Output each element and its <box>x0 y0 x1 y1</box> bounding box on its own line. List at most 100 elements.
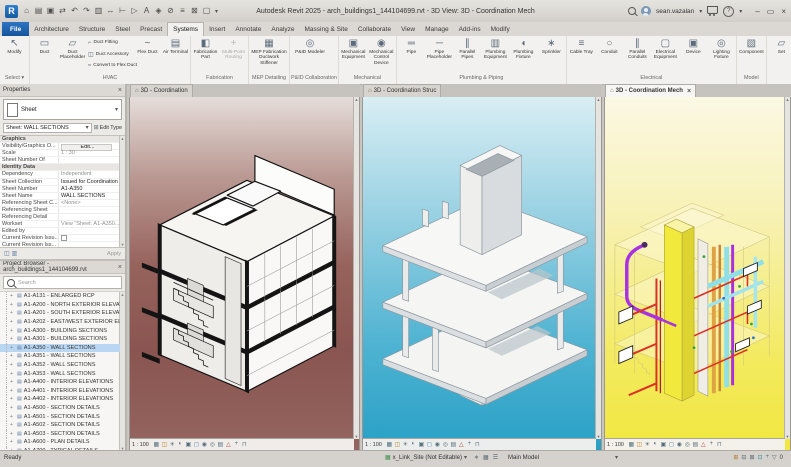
redo-icon[interactable]: ↷ <box>81 4 92 18</box>
sheet-tree-item[interactable]: + ▤ A1-A401 - INTERIOR ELEVATIONS <box>0 386 120 396</box>
section-icon[interactable]: ⊘ <box>165 4 176 18</box>
displacement-sets-icon[interactable]: + <box>233 441 240 448</box>
tree-expand-icon[interactable]: + <box>10 362 15 368</box>
search-icon[interactable] <box>627 7 636 15</box>
ribbon-button[interactable]: ▦ MEP Fabrication Ductwork Stiffener <box>250 37 288 72</box>
sheet-tree-item[interactable]: + ▤ A1-A501 - SECTION DETAILS <box>0 412 120 421</box>
edit-type-button[interactable]: ⊞ Edit Type <box>94 124 122 132</box>
property-row[interactable]: Edited by <box>0 228 120 236</box>
ribbon-tab[interactable]: File <box>2 22 30 36</box>
worksets-icon[interactable]: ▦ <box>483 454 489 461</box>
ribbon-button[interactable]: ≡ Cable Tray <box>568 37 595 72</box>
sheet-tree-item[interactable]: +▤A1-A202 - EAST/WEST EXTERIOR ELEVAT... <box>0 317 120 327</box>
property-row[interactable]: Workset View "Sheet: A1-A350... <box>0 221 120 229</box>
sun-path-icon[interactable]: ☀ <box>402 441 409 448</box>
sun-path-icon[interactable]: ☀ <box>644 441 651 448</box>
drag-on-selection-icon[interactable]: + <box>766 454 770 461</box>
switch-windows-icon[interactable]: ▢ <box>201 4 212 18</box>
property-row[interactable]: Identity Data <box>0 164 120 172</box>
vertical-scrollbar[interactable]: ▲ ▼ <box>353 97 359 439</box>
home-icon[interactable]: ⌂ <box>21 4 32 18</box>
analytical-model-icon[interactable]: △ <box>225 441 232 448</box>
property-row[interactable]: Referencing Sheet <box>0 206 120 215</box>
property-row[interactable]: Sheet Collection Issued for Coordination <box>0 178 120 186</box>
tree-expand-icon[interactable]: + <box>10 319 15 325</box>
properties-help-icon[interactable]: ◫ <box>4 250 10 257</box>
qat-customize-icon[interactable]: ▾ <box>215 8 218 15</box>
ribbon-button[interactable]: ∗ Sprinkler <box>538 37 565 72</box>
property-value[interactable]: WALL SECTIONS <box>59 193 120 199</box>
tree-expand-icon[interactable]: + <box>10 422 15 428</box>
property-value[interactable]: <None> <box>59 200 120 206</box>
project-browser-header[interactable]: Project Browser - arch_buildings1_144104… <box>0 261 125 274</box>
ribbon-button[interactable]: ▣ Device <box>680 37 707 72</box>
sheet-tree-item[interactable]: + ▤ A1-A352 - WALL SECTIONS <box>0 360 120 370</box>
ribbon-button[interactable]: ∥ Parallel Pipes <box>454 37 481 72</box>
help-icon[interactable]: ? <box>723 5 735 17</box>
select-links-icon[interactable]: ⊞ <box>733 454 738 461</box>
help-chevron-down-icon[interactable]: ▾ <box>739 8 742 15</box>
ribbon-button[interactable]: ◧ Fabrication Part <box>192 37 219 72</box>
tree-expand-icon[interactable]: + <box>10 336 15 342</box>
sheet-tree-item[interactable]: + ▤ A1-A600 - PLAN DETAILS <box>0 438 120 447</box>
property-value[interactable] <box>59 207 120 213</box>
ribbon-button[interactable]: ◎ Lighting Fixture <box>708 37 735 72</box>
sheet-tree-item[interactable]: +▤A1-A201 - SOUTH EXTERIOR ELEVATION <box>0 309 120 318</box>
show-crop-region-icon[interactable]: ◻ <box>426 441 433 448</box>
ribbon-button[interactable]: ▭ Duct <box>31 37 58 72</box>
vertical-scrollbar[interactable]: ▲ ▼ <box>784 97 790 439</box>
open-icon[interactable]: ▤ <box>33 4 44 18</box>
ribbon-button[interactable]: ▢ Electrical Equipment <box>652 37 679 72</box>
temporary-hide-isolate-icon[interactable]: ◉ <box>201 441 208 448</box>
select-underlay-icon[interactable]: ⊟ <box>741 454 746 461</box>
tree-expand-icon[interactable]: + <box>10 353 15 359</box>
sheet-tree-item[interactable]: + ▤ A1-A301 - BUILDING SECTIONS <box>0 334 120 344</box>
tree-expand-icon[interactable]: + <box>10 371 15 377</box>
property-row[interactable]: Sheet Name WALL SECTIONS <box>0 192 120 200</box>
vertical-scrollbar[interactable]: ▲ ▼ <box>595 97 601 439</box>
property-row[interactable]: Current Revision Iss... <box>0 242 120 247</box>
view-tab-coordination[interactable]: ⌂ 3D - Coordination <box>130 84 193 97</box>
property-row[interactable]: Visibility/Graphics O... Edit... <box>0 143 120 152</box>
text-icon[interactable]: A <box>141 4 152 18</box>
analytical-model-icon[interactable]: △ <box>700 441 707 448</box>
ribbon-tab[interactable]: Massing & Site <box>299 22 352 36</box>
print-icon[interactable]: ▥ <box>93 4 104 18</box>
shadows-icon[interactable]: ◐ <box>652 441 659 448</box>
user-avatar[interactable] <box>640 6 651 16</box>
temporary-hide-isolate-icon[interactable]: ◉ <box>676 441 683 448</box>
filter-icon[interactable]: ▽ <box>772 454 777 461</box>
ribbon-button[interactable]: ⌐ Duct Fitting <box>87 37 133 49</box>
thin-lines-icon[interactable]: ≡ <box>177 4 188 18</box>
tree-expand-icon[interactable]: + <box>10 379 15 385</box>
select-pinned-icon[interactable]: ⊠ <box>749 454 754 461</box>
visual-style-icon[interactable]: ◫ <box>161 441 168 448</box>
ribbon-tab[interactable]: Manage <box>420 22 454 36</box>
revit-logo-icon[interactable]: R <box>5 4 18 18</box>
property-row[interactable]: Sheet Number Of <box>0 157 120 165</box>
ribbon-tab[interactable]: Structure <box>74 22 110 36</box>
browser-search-input[interactable]: Search <box>3 276 122 289</box>
reveal-hidden-elements-icon[interactable]: ◎ <box>209 441 216 448</box>
ribbon-tab[interactable]: Collaborate <box>353 22 396 36</box>
show-crop-region-icon[interactable]: ◻ <box>193 441 200 448</box>
temporary-hide-isolate-icon[interactable]: ◉ <box>434 441 441 448</box>
crop-view-icon[interactable]: ▣ <box>660 441 667 448</box>
ribbon-button[interactable]: ◖ Plumbing Fixture <box>510 37 537 72</box>
ribbon-tab[interactable]: Modify <box>486 22 515 36</box>
type-selector[interactable]: Sheet ▾ <box>3 99 122 120</box>
instance-selector[interactable]: Sheet: WALL SECTIONS ▾ <box>3 122 92 133</box>
sheet-tree-item[interactable]: + ▤ A1-A503 - SECTION DETAILS <box>0 429 120 439</box>
sheet-tree-item[interactable]: + ▤ A1-A500 - SECTION DETAILS <box>0 403 120 413</box>
ribbon-button[interactable]: ○ Conduit <box>596 37 623 72</box>
tree-expand-icon[interactable]: + <box>10 388 15 394</box>
close-inactive-views-icon[interactable]: ⊠ <box>189 4 200 18</box>
reveal-hidden-elements-icon[interactable]: ◎ <box>442 441 449 448</box>
view-canvas-coordination-mech[interactable]: ▲ ▼ 1 : 100 ▦ ◫ ☀ ◐ ▣ ◻ ◉ ◎ ▤ △ + ⊓ <box>604 97 791 451</box>
account-chevron-down-icon[interactable]: ▾ <box>699 8 702 15</box>
active-workset-select[interactable]: ▦ x_Link_Site (Not Editable) ▾ <box>385 454 467 462</box>
temporary-view-properties-icon[interactable]: ▤ <box>692 441 699 448</box>
view-scale[interactable]: 1 : 100 <box>365 442 382 448</box>
ribbon-button[interactable]: ◫ Duct Accessory <box>87 49 133 61</box>
ribbon-tab[interactable]: Steel <box>110 22 135 36</box>
